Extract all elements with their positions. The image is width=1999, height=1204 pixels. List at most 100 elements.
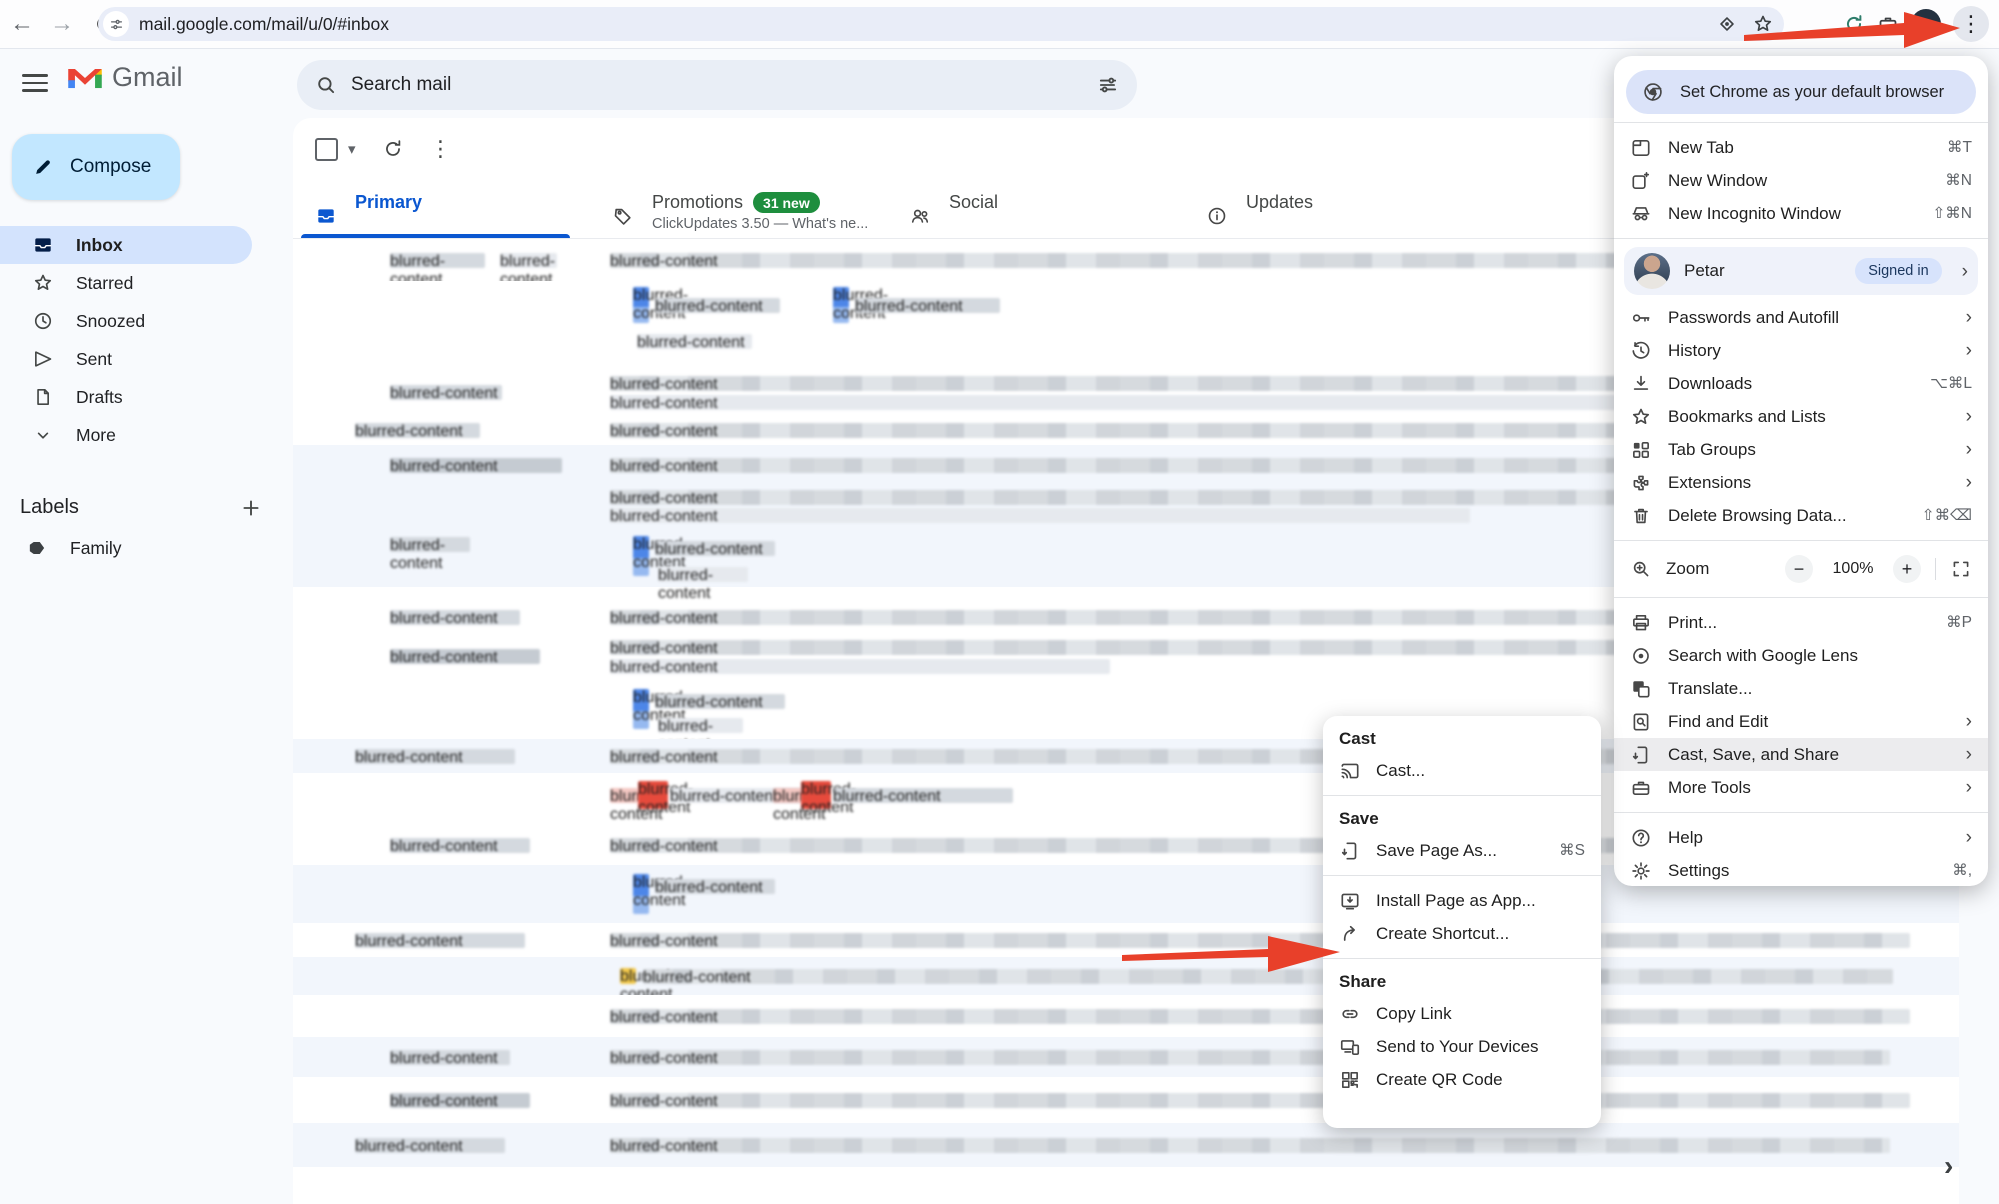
menu-item-extensions[interactable]: Extensions› xyxy=(1614,466,1988,499)
create-label-button[interactable] xyxy=(240,497,262,519)
menu-divider xyxy=(1614,122,1988,123)
omnibox[interactable]: mail.google.com/mail/u/0/#inbox xyxy=(98,7,1784,41)
back-button[interactable]: ← xyxy=(2,0,42,48)
submenu-header-label: Save xyxy=(1339,809,1379,829)
screenshot-root: ← → mail.google.com/mail/u/0/#inbox ⋮ xyxy=(0,0,1999,1204)
menu-item-settings[interactable]: Settings⌘, xyxy=(1614,854,1988,887)
tab-updates[interactable]: Updates xyxy=(1184,180,1481,238)
email-row[interactable]: blurred-contentblurred-content xyxy=(293,923,1959,957)
submenu-item-install-page-as-app[interactable]: Install Page as App... xyxy=(1323,884,1601,917)
more-options-icon[interactable]: ⋮ xyxy=(430,136,452,162)
site-info-icon[interactable] xyxy=(103,11,129,37)
account-name: Petar xyxy=(1684,261,1841,281)
menu-item-shortcut: ⌘T xyxy=(1947,138,1972,157)
signed-in-badge: Signed in xyxy=(1855,258,1941,284)
menu-item-label: Delete Browsing Data... xyxy=(1668,506,1906,526)
chevron-right-icon: › xyxy=(1966,407,1972,426)
submenu-item-create-shortcut[interactable]: Create Shortcut... xyxy=(1323,917,1601,950)
menu-item-print[interactable]: Print...⌘P xyxy=(1614,606,1988,639)
submenu-header-cast: Cast xyxy=(1323,724,1601,754)
menu-divider xyxy=(1614,540,1988,541)
sidebar-item-starred[interactable]: Starred xyxy=(0,264,252,302)
chevron-right-icon: › xyxy=(1966,828,1972,847)
menu-divider xyxy=(1614,238,1988,239)
menu-item-translate[interactable]: Translate... xyxy=(1614,672,1988,705)
search-input[interactable]: Search mail xyxy=(297,60,1137,110)
send-devices-icon xyxy=(1339,1036,1361,1058)
email-row[interactable]: blurred-content xyxy=(293,995,1959,1037)
submenu-item-copy-link[interactable]: Copy Link xyxy=(1323,997,1601,1030)
submenu-item-label: Cast... xyxy=(1376,761,1585,781)
chevron-right-icon: › xyxy=(1966,745,1972,764)
menu-item-more-tools[interactable]: More Tools› xyxy=(1614,771,1988,804)
pencil-icon xyxy=(32,156,54,178)
tab-social[interactable]: Social xyxy=(887,180,1184,238)
search-options-icon[interactable] xyxy=(1097,74,1119,96)
menu-item-shortcut: ⇧⌘⌫ xyxy=(1922,506,1972,525)
fullscreen-icon[interactable] xyxy=(1950,558,1972,580)
submenu-divider xyxy=(1323,875,1601,876)
save-share-icon xyxy=(1630,744,1652,766)
email-row[interactable]: blurred-contentblurred-content xyxy=(293,1077,1959,1123)
hamburger-menu-icon[interactable] xyxy=(22,70,48,96)
url-text[interactable]: mail.google.com/mail/u/0/#inbox xyxy=(139,14,389,35)
sidebar-item-snoozed[interactable]: Snoozed xyxy=(0,302,252,340)
set-default-browser-button[interactable]: Set Chrome as your default browser xyxy=(1626,70,1976,114)
menu-item-new-tab[interactable]: New Tab⌘T xyxy=(1614,131,1988,164)
tab-text: Primary xyxy=(355,192,422,238)
menu-item-find-and-edit[interactable]: Find and Edit› xyxy=(1614,705,1988,738)
key-icon xyxy=(1630,307,1652,329)
briefcase-ext-icon[interactable] xyxy=(1877,13,1899,35)
sidebar-item-inbox[interactable]: Inbox xyxy=(0,226,252,264)
zoom-in-button[interactable]: + xyxy=(1893,555,1921,583)
menu-item-tab-groups[interactable]: Tab Groups› xyxy=(1614,433,1988,466)
submenu-item-label: Create QR Code xyxy=(1376,1070,1585,1090)
refresh-icon[interactable] xyxy=(382,138,404,160)
select-all-checkbox[interactable] xyxy=(315,138,338,161)
menu-item-search-with-google-lens[interactable]: Search with Google Lens xyxy=(1614,639,1988,672)
menu-item-cast-save-and-share[interactable]: Cast, Save, and Share› xyxy=(1614,738,1988,771)
menu-item-delete-browsing-data[interactable]: Delete Browsing Data... ⇧⌘⌫ xyxy=(1614,499,1988,532)
side-panel-expand-chevron[interactable]: › xyxy=(1944,1150,1953,1182)
zoom-out-button[interactable]: − xyxy=(1785,555,1813,583)
tab-primary[interactable]: Primary xyxy=(293,180,590,238)
label-item-family[interactable]: Family xyxy=(0,529,293,567)
eye-ext-icon[interactable] xyxy=(1716,13,1738,35)
browser-menu-button[interactable]: ⋮ xyxy=(1953,6,1989,42)
tab-promotions[interactable]: Promotions31 newClickUpdates 3.50 — What… xyxy=(590,180,887,238)
sidebar-item-more[interactable]: More xyxy=(0,416,252,454)
menu-item-label: Help xyxy=(1668,828,1950,848)
search-placeholder: Search mail xyxy=(351,74,1097,96)
sidebar-item-drafts[interactable]: Drafts xyxy=(0,378,252,416)
cast-icon xyxy=(1339,760,1361,782)
submenu-item-label: Save Page As... xyxy=(1376,841,1544,861)
email-row[interactable]: blurred-contentblurred-content xyxy=(293,1123,1959,1167)
submenu-item-create-qr-code[interactable]: Create QR Code xyxy=(1323,1063,1601,1096)
tab-new-badge: 31 new xyxy=(753,192,820,213)
menu-item-passwords-and-autofill[interactable]: Passwords and Autofill› xyxy=(1614,301,1988,334)
menu-item-downloads[interactable]: Downloads⌥⌘L xyxy=(1614,367,1988,400)
menu-item-new-window[interactable]: New Window⌘N xyxy=(1614,164,1988,197)
compose-button[interactable]: Compose xyxy=(12,134,180,200)
submenu-item-save-page-as[interactable]: Save Page As...⌘S xyxy=(1323,834,1601,867)
compose-label: Compose xyxy=(70,156,151,178)
tab-text: Promotions31 newClickUpdates 3.50 — What… xyxy=(652,192,868,238)
profile-avatar[interactable] xyxy=(1911,9,1941,39)
copy-link-icon xyxy=(1339,1003,1361,1025)
submenu-item-send-to-your-devices[interactable]: Send to Your Devices xyxy=(1323,1030,1601,1063)
email-row[interactable]: blurred-contentblurred-content xyxy=(293,1037,1959,1077)
reload-ext-icon[interactable] xyxy=(1843,13,1865,35)
menu-item-history[interactable]: History› xyxy=(1614,334,1988,367)
sidebar-item-sent[interactable]: Sent xyxy=(0,340,252,378)
submenu-item-label: Install Page as App... xyxy=(1376,891,1585,911)
menu-item-help[interactable]: Help › xyxy=(1614,821,1988,854)
bookmark-star-icon[interactable] xyxy=(1752,13,1774,35)
email-row[interactable]: blurred-contentblurred-content xyxy=(293,957,1959,995)
forward-button[interactable]: → xyxy=(42,0,82,48)
label-name: Family xyxy=(70,538,122,559)
select-dropdown-caret[interactable]: ▾ xyxy=(348,140,356,158)
account-row[interactable]: PetarSigned in› xyxy=(1624,247,1978,295)
menu-item-bookmarks-and-lists[interactable]: Bookmarks and Lists› xyxy=(1614,400,1988,433)
menu-item-new-incognito-window[interactable]: New Incognito Window⇧⌘N xyxy=(1614,197,1988,230)
submenu-item-cast[interactable]: Cast... xyxy=(1323,754,1601,787)
